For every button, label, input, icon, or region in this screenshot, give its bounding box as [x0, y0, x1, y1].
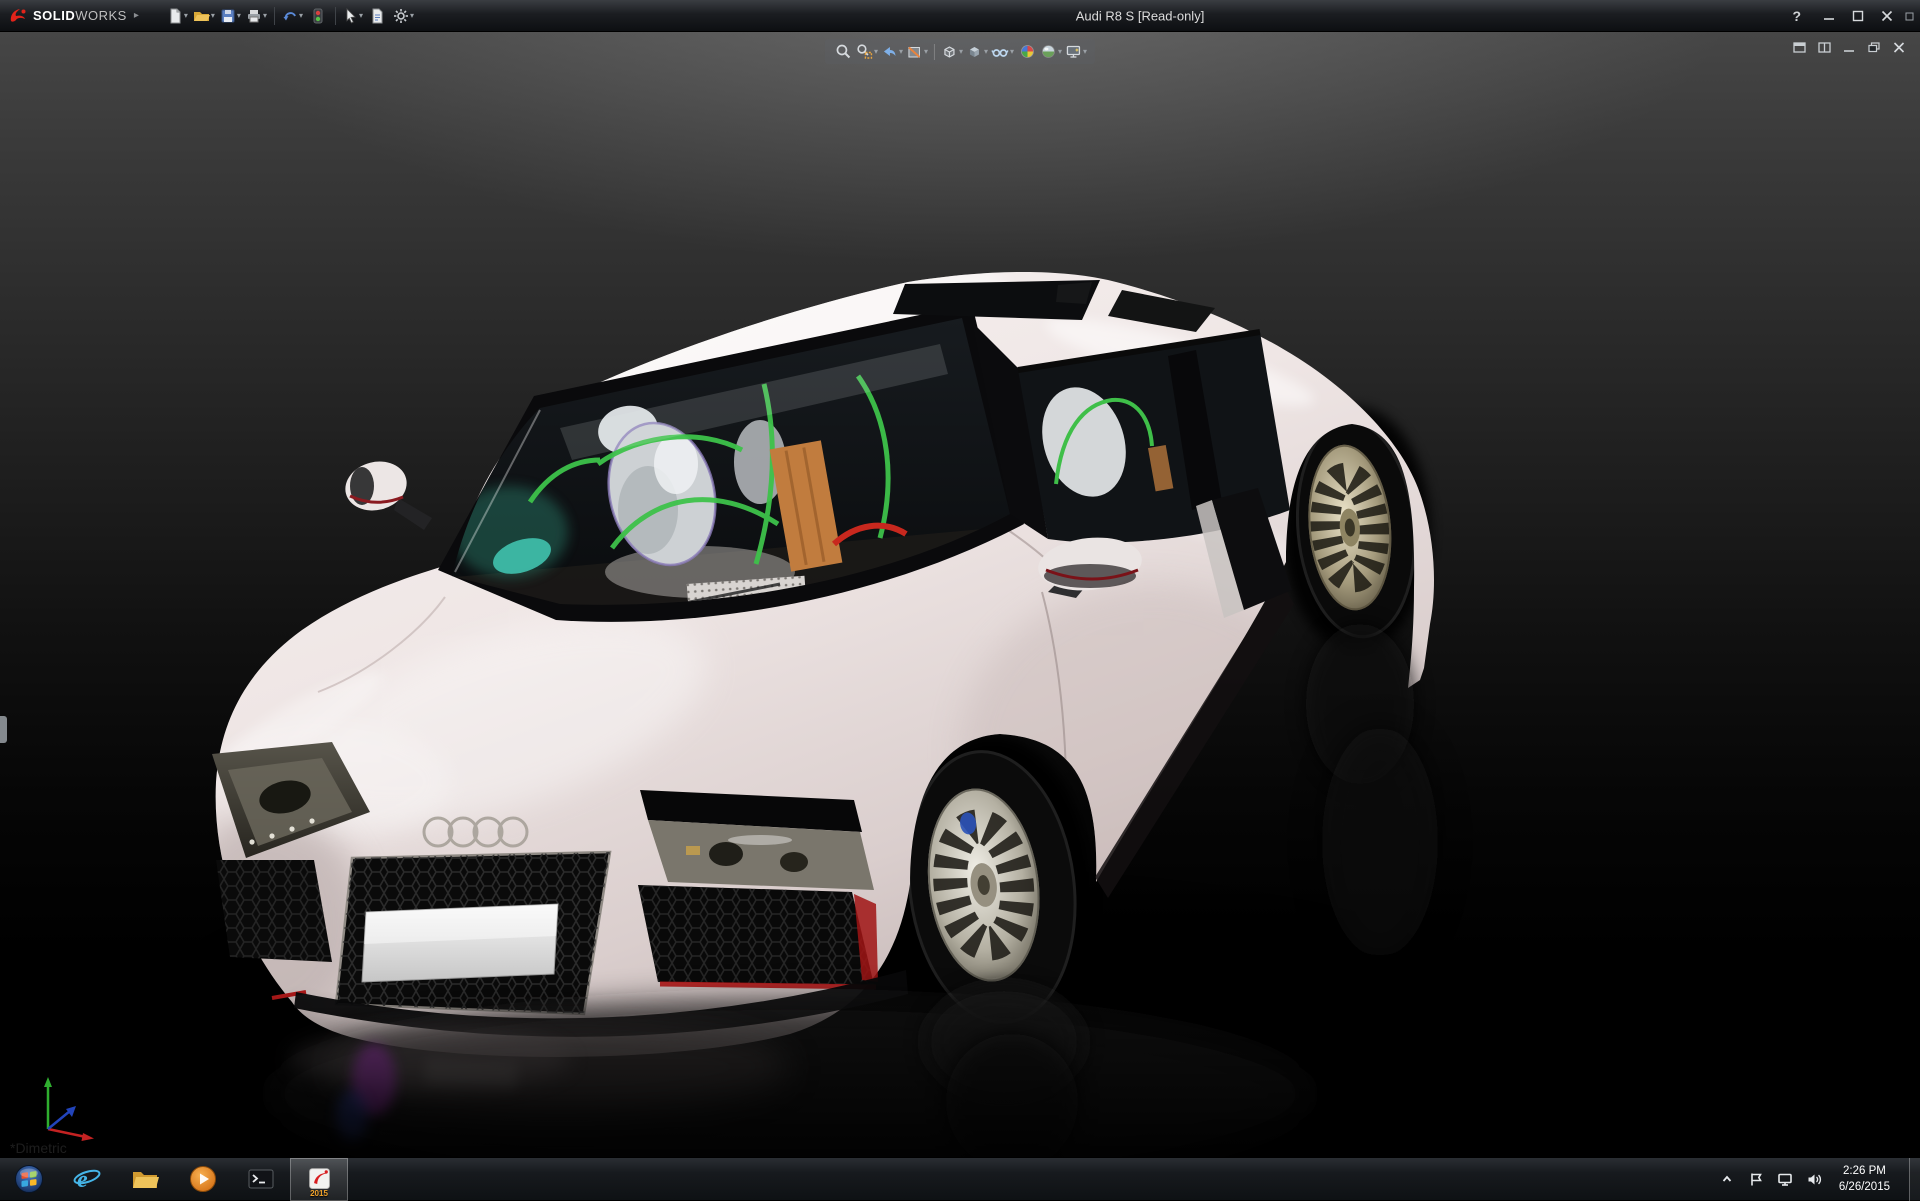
hud-separator: [934, 44, 935, 60]
document-close-button[interactable]: [1890, 39, 1908, 55]
toolbar-separator: [274, 7, 275, 25]
hide-show-items-button[interactable]: ▾: [990, 41, 1015, 62]
taskbar: e 2015: [0, 1157, 1920, 1200]
svg-text:e: e: [77, 1167, 88, 1193]
print-button[interactable]: ▾: [244, 3, 269, 29]
edit-appearance-button[interactable]: [1016, 41, 1038, 62]
heads-up-view-toolbar: ▾ ▾ ▾ ▾ ▾ ▾ ▾ ▾: [825, 39, 1095, 64]
display-style-button[interactable]: ▾: [965, 41, 989, 62]
solidworks-version-badge: 2015: [310, 1189, 328, 1198]
view-settings-button[interactable]: ▾: [1064, 41, 1088, 62]
open-button[interactable]: ▾: [191, 3, 217, 29]
windows-start-icon: [14, 1164, 44, 1194]
help-button[interactable]: ?: [1792, 8, 1801, 24]
file-properties-button[interactable]: [366, 3, 390, 29]
maximize-button[interactable]: [1844, 5, 1871, 27]
titlebar-controls: ?: [1792, 0, 1916, 32]
quick-access-toolbar: ▾ ▾ ▾ ▾ ▾ ▾ ▾: [165, 3, 416, 29]
media-player-icon: [188, 1164, 218, 1194]
undo-button[interactable]: ▾: [280, 3, 305, 29]
system-tray: 2:26 PM 6/26/2015: [1717, 1158, 1920, 1200]
show-hidden-icons-button[interactable]: [1717, 1158, 1737, 1201]
document-minimize-button[interactable]: [1840, 39, 1858, 55]
network-icon[interactable]: [1775, 1158, 1795, 1201]
front-grille: [336, 852, 610, 1014]
taskbar-command-prompt[interactable]: [232, 1158, 290, 1201]
clock-time: 2:26 PM: [1839, 1163, 1890, 1179]
titlebar-overflow-icon[interactable]: [1902, 5, 1916, 27]
volume-icon[interactable]: [1804, 1158, 1824, 1201]
left-mirror: [340, 455, 432, 530]
internet-explorer-icon: e: [72, 1164, 102, 1194]
start-button[interactable]: [0, 1158, 58, 1201]
show-desktop-button[interactable]: [1909, 1158, 1920, 1201]
feature-pane-tab[interactable]: [0, 716, 7, 743]
command-prompt-icon: [246, 1164, 276, 1194]
new-document-button[interactable]: ▾: [165, 3, 190, 29]
graphics-viewport[interactable]: ▾ ▾ ▾ ▾ ▾ ▾ ▾ ▾: [0, 32, 1920, 1157]
reference-triad: [24, 1067, 102, 1145]
taskbar-clock[interactable]: 2:26 PM 6/26/2015: [1839, 1163, 1890, 1195]
maximize-pane-icon[interactable]: [1790, 39, 1808, 55]
model-render[interactable]: [0, 32, 1920, 1157]
options-button[interactable]: ▾: [391, 3, 416, 29]
zoom-to-fit-button[interactable]: [832, 41, 854, 62]
right-headlight: [640, 790, 874, 890]
clock-date: 6/26/2015: [1839, 1179, 1890, 1195]
split-pane-icon[interactable]: [1815, 39, 1833, 55]
rebuild-button[interactable]: [306, 3, 330, 29]
previous-view-button[interactable]: ▾: [880, 41, 904, 62]
solidworks-logo-icon: [8, 6, 28, 26]
folder-icon: [130, 1164, 160, 1194]
brand-menu-caret[interactable]: ▸: [134, 10, 139, 21]
taskbar-media-player[interactable]: [174, 1158, 232, 1201]
toolbar-separator: [335, 7, 336, 25]
section-view-button[interactable]: ▾: [905, 41, 929, 62]
taskbar-file-explorer[interactable]: [116, 1158, 174, 1201]
document-window-controls: [1790, 39, 1908, 55]
close-button[interactable]: [1873, 5, 1900, 27]
view-orientation-label: *Dimetric: [10, 1140, 67, 1156]
brand-text: SOLIDWORKS: [33, 8, 127, 23]
window-title: Audi R8 S [Read-only]: [1076, 8, 1205, 23]
save-button[interactable]: ▾: [218, 3, 243, 29]
solidworks-logo: SOLIDWORKS ▸: [8, 6, 139, 26]
select-button[interactable]: ▾: [341, 3, 365, 29]
minimize-button[interactable]: [1815, 5, 1842, 27]
zoom-to-area-button[interactable]: ▾: [855, 41, 879, 62]
apply-scene-button[interactable]: ▾: [1039, 41, 1063, 62]
right-intake: [638, 885, 878, 987]
app-titlebar: SOLIDWORKS ▸ ▾ ▾ ▾ ▾ ▾ ▾: [0, 0, 1920, 32]
taskbar-solidworks[interactable]: 2015: [290, 1158, 348, 1201]
deck-vent-small: [1056, 282, 1092, 304]
document-restore-button[interactable]: [1865, 39, 1883, 55]
taskbar-internet-explorer[interactable]: e: [58, 1158, 116, 1201]
view-orientation-button[interactable]: ▾: [940, 41, 964, 62]
action-center-icon[interactable]: [1746, 1158, 1766, 1201]
